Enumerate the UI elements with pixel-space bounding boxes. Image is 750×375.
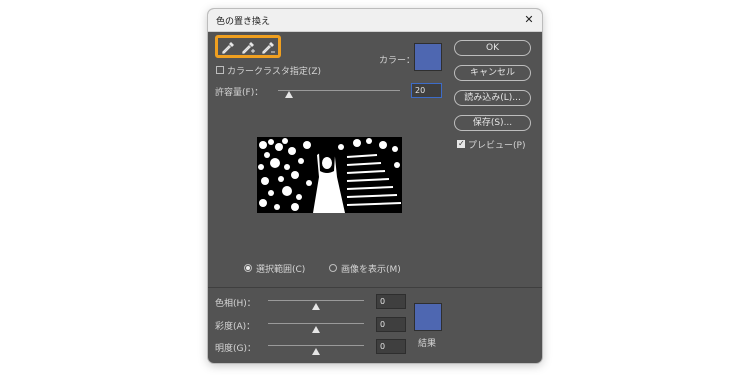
lightness-label: 明度(G)：	[215, 344, 256, 354]
lightness-slider-thumb[interactable]	[312, 348, 320, 355]
preview-checkbox[interactable]	[457, 139, 465, 148]
mask-preview-art	[257, 137, 402, 213]
eyedropper-minus-icon[interactable]	[260, 40, 276, 56]
eyedropper-icon[interactable]	[220, 40, 236, 56]
radio-image[interactable]	[329, 264, 337, 272]
saturation-slider-track[interactable]	[268, 323, 364, 324]
lightness-input[interactable]: 0	[376, 339, 406, 354]
color-cluster-label: カラークラスタ指定(Z)	[227, 67, 322, 77]
saturation-input[interactable]: 0	[376, 317, 406, 332]
fuzziness-slider-track[interactable]	[278, 90, 400, 91]
eyedropper-plus-icon[interactable]	[240, 40, 256, 56]
replace-color-dialog: 色の置き換え ✕ カラー： カラークラスタ指定(Z) 許容量(F)： 20 選択…	[208, 9, 542, 363]
radio-image-label: 画像を表示(M)	[341, 265, 401, 275]
dialog-title: 色の置き換え	[216, 17, 271, 27]
fuzziness-slider-thumb[interactable]	[285, 91, 293, 98]
saturation-slider-thumb[interactable]	[312, 326, 320, 333]
load-button[interactable]: 読み込み(L)...	[454, 90, 531, 106]
ok-button[interactable]: OK	[454, 40, 531, 56]
cancel-button[interactable]: キャンセル	[454, 65, 531, 81]
fuzziness-input[interactable]: 20	[411, 83, 442, 98]
section-divider	[208, 287, 542, 288]
title-bar: 色の置き換え ✕	[208, 9, 542, 32]
color-cluster-checkbox[interactable]	[216, 66, 224, 74]
saturation-label: 彩度(A)：	[215, 322, 256, 332]
hue-label: 色相(H)：	[215, 299, 256, 309]
selection-color-swatch[interactable]	[414, 43, 442, 71]
radio-selection-label: 選択範囲(C)	[256, 265, 306, 275]
radio-selection[interactable]	[244, 264, 252, 272]
preview-label: プレビュー(P)	[468, 141, 526, 151]
fuzziness-label: 許容量(F)：	[215, 88, 264, 98]
hue-slider-thumb[interactable]	[312, 303, 320, 310]
result-label: 結果	[418, 339, 437, 349]
save-button[interactable]: 保存(S)...	[454, 115, 531, 131]
color-label: カラー：	[379, 56, 416, 66]
close-icon[interactable]: ✕	[521, 12, 537, 28]
mask-preview-image	[257, 137, 402, 213]
result-color-swatch[interactable]	[414, 303, 442, 331]
hue-input[interactable]: 0	[376, 294, 406, 309]
hue-slider-track[interactable]	[268, 300, 364, 301]
lightness-slider-track[interactable]	[268, 345, 364, 346]
